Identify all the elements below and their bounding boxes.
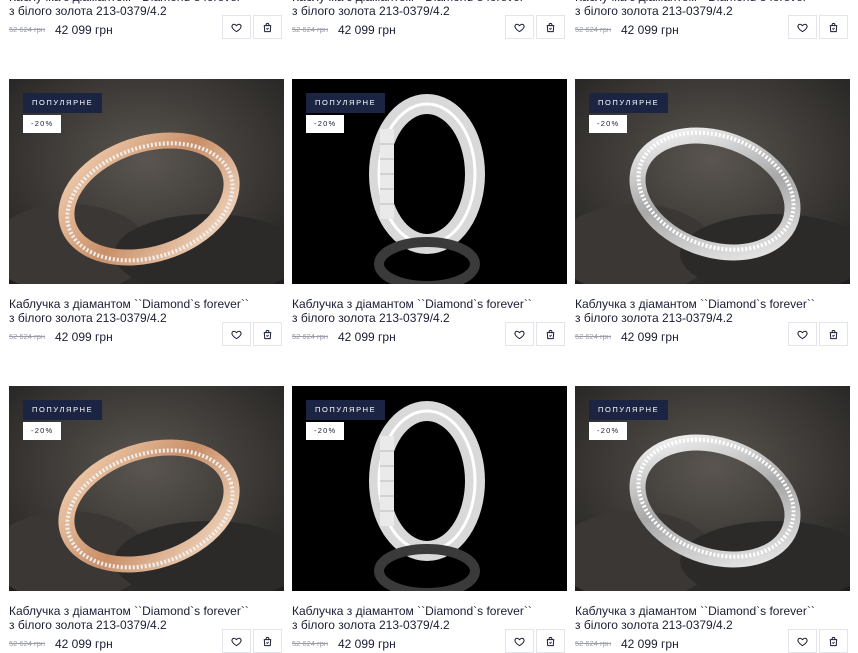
popular-badge: ПОПУЛЯРНЕ — [589, 93, 669, 113]
current-price: 42 099 грн — [55, 23, 113, 37]
current-price: 42 099 грн — [621, 637, 679, 651]
shopping-bag-icon — [545, 22, 556, 33]
shopping-bag-icon — [545, 329, 556, 340]
wishlist-button[interactable] — [222, 322, 251, 346]
add-to-cart-button[interactable] — [253, 629, 282, 653]
popular-badge: ПОПУЛЯРНЕ — [306, 93, 386, 113]
product-image[interactable]: ПОПУЛЯРНЕ -20% — [9, 79, 284, 284]
heart-icon — [797, 636, 808, 647]
discount-badge: -20% — [23, 422, 62, 440]
heart-icon — [514, 636, 525, 647]
product-title-line1[interactable]: Каблучка з діамантом ``Diamond`s forever… — [292, 297, 562, 311]
discount-badge: -20% — [306, 115, 345, 133]
old-price: 52 624 грн — [292, 25, 329, 34]
product-title[interactable]: Каблучка з діамантом ``Diamond`s forever… — [292, 604, 562, 632]
product-title[interactable]: Каблучка з діамантом ``Diamond`s forever… — [9, 297, 279, 325]
product-title-line1[interactable]: Каблучка з діамантом ``Diamond`s forever… — [575, 604, 845, 618]
heart-icon — [514, 22, 525, 33]
add-to-cart-button[interactable] — [819, 322, 848, 346]
product-title[interactable]: Каблучка з діамантом ``Diamond`s forever… — [575, 297, 845, 325]
shopping-bag-icon — [262, 636, 273, 647]
old-price: 52 624 грн — [575, 639, 612, 648]
discount-badge: -20% — [306, 422, 345, 440]
shopping-bag-icon — [828, 636, 839, 647]
wishlist-button[interactable] — [788, 629, 817, 653]
shopping-bag-icon — [828, 22, 839, 33]
popular-badge: ПОПУЛЯРНЕ — [306, 400, 386, 420]
popular-badge: ПОПУЛЯРНЕ — [23, 93, 103, 113]
current-price: 42 099 грн — [55, 330, 113, 344]
popular-badge: ПОПУЛЯРНЕ — [589, 400, 669, 420]
old-price: 52 624 грн — [575, 25, 612, 34]
discount-badge: -20% — [589, 115, 628, 133]
wishlist-button[interactable] — [505, 629, 534, 653]
current-price: 42 099 грн — [338, 23, 396, 37]
heart-icon — [231, 329, 242, 340]
wishlist-button[interactable] — [222, 629, 251, 653]
product-title[interactable]: Каблучка з діамантом ``Diamond`s forever… — [9, 604, 279, 632]
shopping-bag-icon — [545, 636, 556, 647]
product-image[interactable]: ПОПУЛЯРНЕ -20% — [575, 79, 850, 284]
current-price: 42 099 грн — [55, 637, 113, 651]
add-to-cart-button[interactable] — [536, 322, 565, 346]
product-title-line1[interactable]: Каблучка з діамантом ``Diamond`s forever… — [9, 297, 279, 311]
popular-badge: ПОПУЛЯРНЕ — [23, 400, 103, 420]
product-title[interactable]: Каблучка з діамантом ``Diamond`s forever… — [292, 297, 562, 325]
wishlist-button[interactable] — [222, 15, 251, 39]
add-to-cart-button[interactable] — [253, 322, 282, 346]
current-price: 42 099 грн — [338, 637, 396, 651]
add-to-cart-button[interactable] — [253, 15, 282, 39]
product-title-line1[interactable]: Каблучка з діамантом ``Diamond`s forever… — [9, 604, 279, 618]
add-to-cart-button[interactable] — [819, 629, 848, 653]
heart-icon — [797, 22, 808, 33]
wishlist-button[interactable] — [788, 322, 817, 346]
product-image[interactable]: ПОПУЛЯРНЕ -20% — [292, 79, 567, 284]
add-to-cart-button[interactable] — [536, 629, 565, 653]
wishlist-button[interactable] — [505, 322, 534, 346]
heart-icon — [231, 22, 242, 33]
heart-icon — [797, 329, 808, 340]
current-price: 42 099 грн — [621, 330, 679, 344]
old-price: 52 624 грн — [9, 639, 46, 648]
old-price: 52 624 грн — [575, 332, 612, 341]
current-price: 42 099 грн — [621, 23, 679, 37]
heart-icon — [514, 329, 525, 340]
discount-badge: -20% — [23, 115, 62, 133]
product-image[interactable]: ПОПУЛЯРНЕ -20% — [292, 386, 567, 591]
current-price: 42 099 грн — [338, 330, 396, 344]
shopping-bag-icon — [262, 22, 273, 33]
old-price: 52 624 грн — [292, 332, 329, 341]
product-title-line1[interactable]: Каблучка з діамантом ``Diamond`s forever… — [575, 297, 845, 311]
wishlist-button[interactable] — [505, 15, 534, 39]
shopping-bag-icon — [828, 329, 839, 340]
old-price: 52 624 грн — [292, 639, 329, 648]
product-image[interactable]: ПОПУЛЯРНЕ -20% — [575, 386, 850, 591]
old-price: 52 624 грн — [9, 25, 46, 34]
add-to-cart-button[interactable] — [536, 15, 565, 39]
product-image[interactable]: ПОПУЛЯРНЕ -20% — [9, 386, 284, 591]
shopping-bag-icon — [262, 329, 273, 340]
product-title-line1[interactable]: Каблучка з діамантом ``Diamond`s forever… — [292, 604, 562, 618]
old-price: 52 624 грн — [9, 332, 46, 341]
heart-icon — [231, 636, 242, 647]
wishlist-button[interactable] — [788, 15, 817, 39]
discount-badge: -20% — [589, 422, 628, 440]
add-to-cart-button[interactable] — [819, 15, 848, 39]
product-title[interactable]: Каблучка з діамантом ``Diamond`s forever… — [575, 604, 845, 632]
